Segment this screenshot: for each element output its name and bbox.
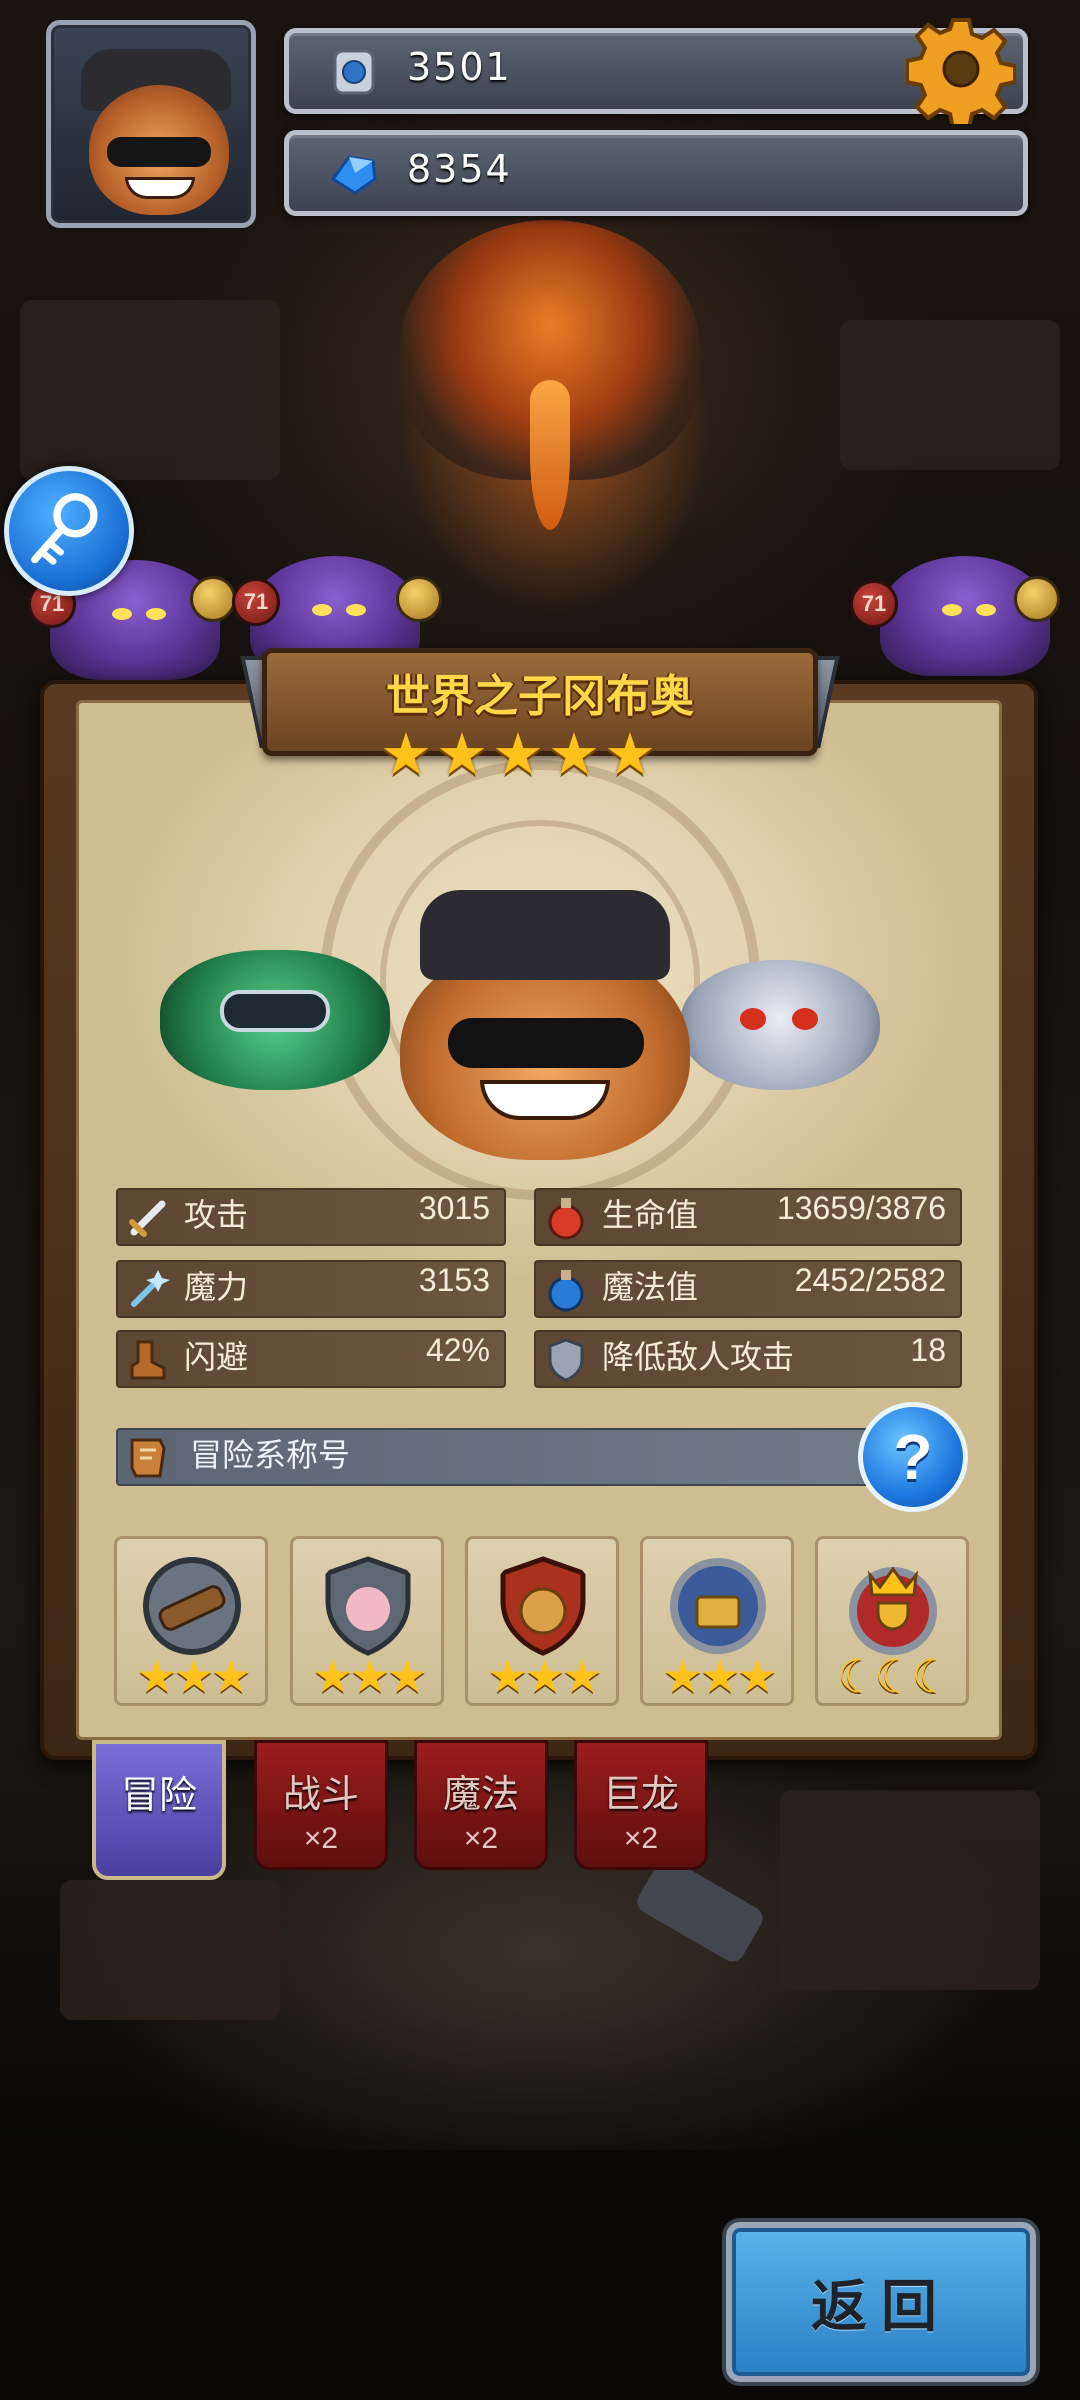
star-icon: ★ [436,720,488,788]
key-button[interactable] [4,466,134,596]
sword-icon [129,1200,166,1237]
stat-magic: 魔力 3153 [116,1260,506,1318]
tab-adventure[interactable]: 冒险 [92,1740,226,1880]
settings-gear-icon[interactable] [906,14,1016,124]
stat-hp: 生命值 13659/3876 [534,1188,962,1246]
enemy-level-badge: 71 [232,578,280,626]
stat-armor: 降低敌人攻击 18 [534,1330,962,1388]
fox-hero [400,890,690,1160]
sheep-shield-badge-icon [325,1556,411,1656]
title-badge-money-bag[interactable]: ★★★ [465,1536,619,1706]
spyglass-badge-icon [143,1557,241,1655]
blue-gem-icon [330,155,377,195]
tab-dragon[interactable]: 巨龙 ×2 [574,1740,708,1870]
red-potion-icon [548,1198,584,1240]
star-icon: ★ [380,720,432,788]
stat-dodge: 闪避 42% [116,1330,506,1388]
title-badge-sheep-shield[interactable]: ★★★ [290,1536,444,1706]
magic-wand-icon [131,1270,170,1307]
money-bag-badge-icon [500,1556,586,1656]
enemy-gold-badge [396,576,442,622]
crown-trophy-badge-icon [849,1566,937,1655]
title-badge-spyglass[interactable]: ★★★ [114,1536,268,1706]
star-icon: ★ [604,720,656,788]
enemy-gold-badge [190,576,236,622]
goggles-hero [160,950,390,1090]
stat-mp: 魔法值 2452/2582 [534,1260,962,1318]
shield-icon [548,1338,584,1382]
boot-icon [130,1340,166,1380]
silver-amount: 3501 [407,45,512,89]
help-button[interactable]: ? [858,1402,968,1512]
title-badge-crown-trophy[interactable]: ☾☾☾ [815,1536,969,1706]
stat-attack: 攻击 3015 [116,1188,506,1246]
key-icon [31,493,98,565]
title-badge-treasure-laurel[interactable]: ★★★ [640,1536,794,1706]
tab-battle[interactable]: 战斗 ×2 [254,1740,388,1870]
return-label: 返回 [811,2274,951,2340]
player-avatar[interactable] [46,20,256,228]
ghost-hero [680,960,880,1090]
return-button[interactable]: 返回 [726,2222,1036,2382]
star-icon: ★ [492,720,544,788]
silver-coin-icon [333,49,375,95]
blue-potion-icon [548,1270,584,1312]
enemy-gold-badge [1014,576,1060,622]
star-icon: ★ [548,720,600,788]
molten-metal [530,380,570,530]
treasure-laurel-badge-icon [670,1558,766,1654]
gem-amount: 8354 [407,147,512,191]
title-category-row[interactable]: 冒险系称号 [116,1428,916,1486]
gem-resource-bar: 8354 [284,130,1028,216]
enemy-level-badge: 71 [850,580,898,628]
boot-badge-icon [130,1438,166,1478]
tab-magic[interactable]: 魔法 ×2 [414,1740,548,1870]
hero-star-rating: ★ ★ ★ ★ ★ [380,724,700,784]
